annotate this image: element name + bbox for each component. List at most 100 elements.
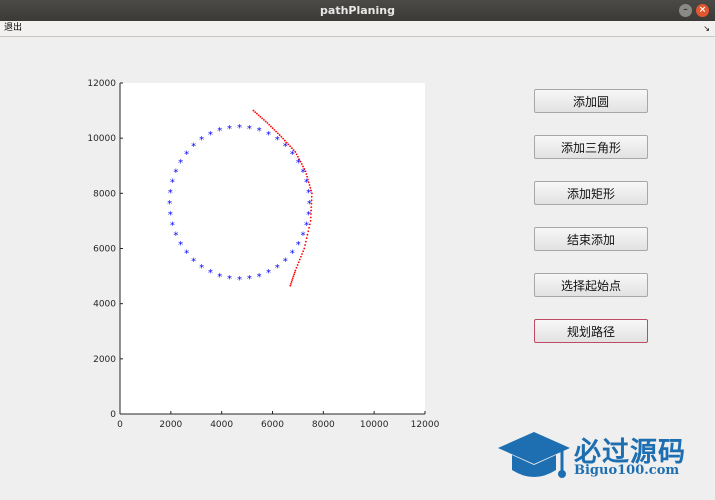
graduation-cap-icon [498,432,570,478]
path-point [299,160,302,163]
path-point [304,240,307,243]
obstacle-point: * [191,256,196,267]
path-point [264,120,267,123]
obstacle-point: * [199,135,204,146]
path-point [270,125,272,128]
path-point [287,143,290,146]
obstacle-point: * [306,188,311,199]
path-point [293,273,296,276]
obstacle-point: * [304,220,309,231]
path-point [296,264,299,266]
obstacle-point: * [301,230,306,241]
obstacle-point: * [290,149,295,160]
obstacle-point: * [237,123,242,134]
path-point [285,141,288,144]
obstacle-point: * [237,275,242,286]
obstacle-point: * [227,274,232,285]
path-point [293,271,296,274]
path-point [278,134,281,136]
x-tick-label: 0 [117,420,123,430]
obstacle-point: * [296,240,301,251]
path-point [307,230,310,233]
y-tick-label: 12000 [87,79,116,89]
obstacle-point: * [275,263,280,274]
x-tick-label: 4000 [210,420,233,430]
path-point [304,244,306,246]
path-point [303,167,306,170]
plan-path-button[interactable]: 规划路径 [534,319,648,343]
path-point [268,123,271,126]
obstacle-point: * [275,135,280,146]
path-point [308,184,311,186]
path-point [310,199,313,202]
path-point [307,181,310,184]
path-point [291,279,294,281]
path-point [271,127,274,130]
obstacle-point: * [283,256,288,267]
path-point [304,170,307,173]
path-point [290,281,293,283]
x-tick-label: 8000 [312,420,335,430]
path-point [310,202,313,205]
path-point [275,130,278,133]
path-point [289,284,292,287]
path-point [289,145,292,148]
path-point [309,186,312,189]
watermark: 必过源码 Biguo100.com [496,428,706,484]
path-point [310,195,313,198]
add-triangle-button[interactable]: 添加三角形 [534,135,648,159]
obstacle-point: * [227,124,232,135]
obstacle-point: * [208,130,213,141]
obstacle-point: * [178,158,183,169]
finish-add-button[interactable]: 结束添加 [534,227,648,251]
obstacle-point: * [208,268,213,279]
path-point [301,253,303,255]
path-point [303,247,306,250]
path-point [266,122,269,124]
path-point [309,216,312,219]
x-tick-label: 10000 [360,420,389,430]
watermark-subtitle: Biguo100.com [574,463,680,478]
obstacle-point: * [306,210,311,221]
path-point [302,165,304,168]
obstacle-point: * [178,240,183,251]
path-point [290,147,293,150]
select-start-button[interactable]: 选择起始点 [534,273,648,297]
obstacle-point: * [257,126,262,137]
path-point [292,275,295,278]
y-tick-label: 8000 [93,189,116,199]
obstacle-point: * [168,188,173,199]
y-tick-label: 4000 [93,300,116,310]
path-point [297,155,299,158]
obstacle-point: * [247,124,252,135]
obstacle-point: * [290,249,295,260]
path-point [310,189,313,192]
obstacle-point: * [168,210,173,221]
obstacle-point: * [184,149,189,160]
path-point [310,209,313,212]
y-tick-label: 2000 [93,355,116,365]
y-tick-label: 10000 [87,134,116,144]
path-point [295,153,298,156]
path-point [298,158,301,161]
path-point [294,151,297,153]
path-point [294,269,297,272]
path-point [282,137,285,140]
path-point [292,149,295,151]
obstacle-point: * [266,268,271,279]
path-point [305,237,308,240]
path-point [254,111,257,114]
path-point [283,139,286,142]
path-point [308,223,311,226]
add-rectangle-button[interactable]: 添加矩形 [534,181,648,205]
path-point [298,258,301,261]
path-point [306,233,309,236]
path-point [310,213,312,215]
path-point [291,277,294,280]
path-point [256,112,258,115]
path-point [257,114,260,117]
obstacle-point: * [283,142,288,153]
obstacle-point: * [296,158,301,169]
path-point [310,192,313,195]
add-circle-button[interactable]: 添加圆 [534,89,648,113]
